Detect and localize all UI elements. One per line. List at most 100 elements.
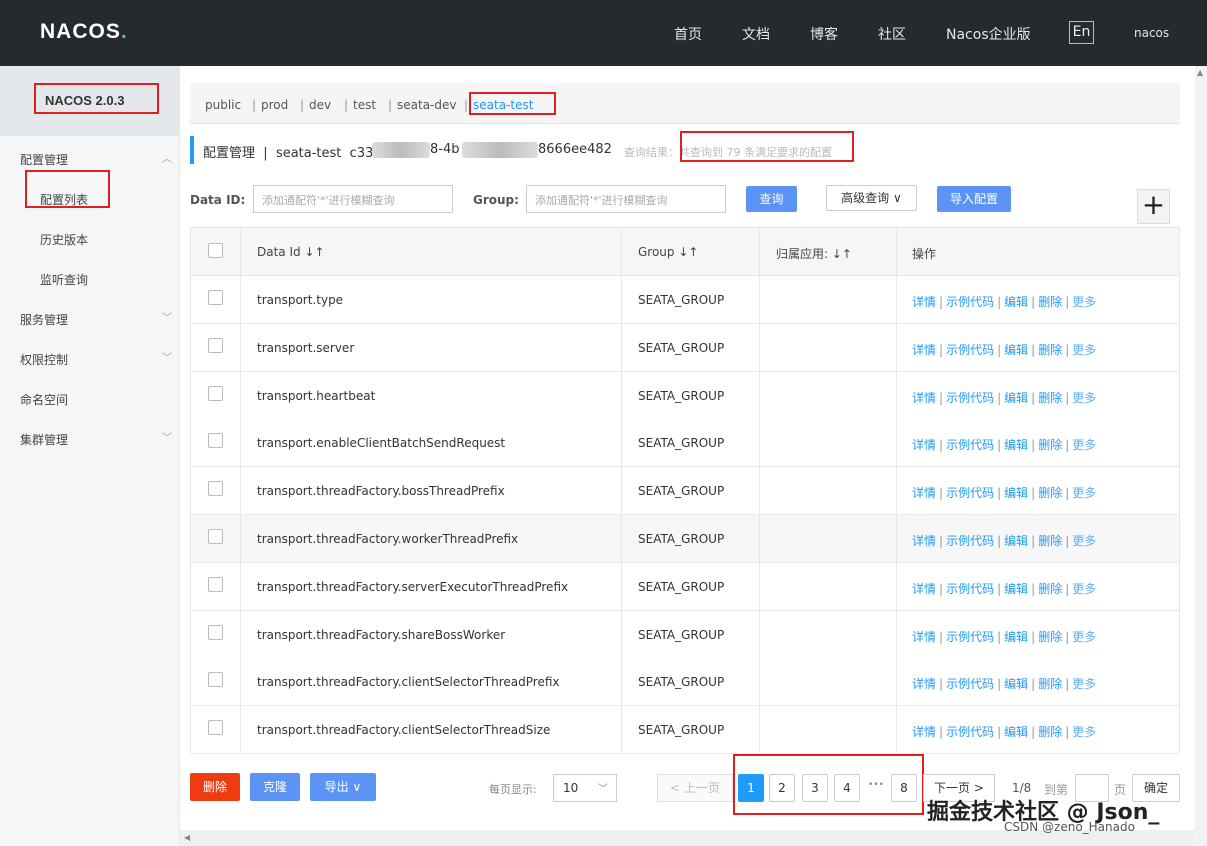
import-config-button[interactable]: 导入配置 bbox=[937, 186, 1011, 212]
more-link[interactable]: 更多 bbox=[1072, 630, 1096, 644]
more-link[interactable]: 更多 bbox=[1072, 295, 1096, 309]
detail-link[interactable]: 详情 bbox=[912, 534, 936, 548]
query-button[interactable]: 查询 bbox=[746, 186, 797, 212]
sidebar-item-listener[interactable]: 监听查询 bbox=[40, 271, 88, 288]
scroll-left-icon[interactable]: ◀ bbox=[184, 833, 190, 842]
edit-link[interactable]: 编辑 bbox=[1004, 343, 1028, 357]
page-size-select[interactable]: 10 ﹀ bbox=[553, 774, 617, 802]
edit-link[interactable]: 编辑 bbox=[1004, 630, 1028, 644]
edit-link[interactable]: 编辑 bbox=[1004, 677, 1028, 691]
delete-link[interactable]: 删除 bbox=[1038, 677, 1062, 691]
row-checkbox[interactable] bbox=[208, 672, 223, 688]
delete-link[interactable]: 删除 bbox=[1038, 582, 1062, 596]
prev-page-button[interactable]: < 上一页 bbox=[657, 774, 733, 802]
dataid-search-input[interactable]: 添加通配符'*'进行模糊查询 bbox=[253, 185, 453, 213]
sample-code-link[interactable]: 示例代码 bbox=[946, 391, 994, 405]
sample-code-link[interactable]: 示例代码 bbox=[946, 534, 994, 548]
more-link[interactable]: 更多 bbox=[1072, 391, 1096, 405]
row-checkbox[interactable] bbox=[208, 337, 223, 353]
nav-home[interactable]: 首页 bbox=[674, 24, 702, 44]
sample-code-link[interactable]: 示例代码 bbox=[946, 438, 994, 452]
add-config-button[interactable]: + bbox=[1137, 189, 1170, 224]
delete-link[interactable]: 删除 bbox=[1038, 391, 1062, 405]
batch-delete-button[interactable]: 删除 bbox=[190, 773, 240, 801]
nav-blog[interactable]: 博客 bbox=[810, 24, 838, 44]
delete-link[interactable]: 删除 bbox=[1038, 725, 1062, 739]
edit-link[interactable]: 编辑 bbox=[1004, 582, 1028, 596]
row-checkbox[interactable] bbox=[208, 385, 223, 401]
sidebar-item-cluster-management[interactable]: 集群管理 bbox=[20, 431, 68, 448]
delete-link[interactable]: 删除 bbox=[1038, 630, 1062, 644]
sample-code-link[interactable]: 示例代码 bbox=[946, 725, 994, 739]
column-header-app[interactable]: 归属应用: ↓↑ bbox=[776, 245, 852, 262]
export-button[interactable]: 导出 ∨ bbox=[310, 773, 376, 801]
namespace-tab-public[interactable]: public bbox=[205, 98, 241, 112]
detail-link[interactable]: 详情 bbox=[912, 725, 936, 739]
sidebar-item-service-management[interactable]: 服务管理 bbox=[20, 311, 68, 328]
delete-link[interactable]: 删除 bbox=[1038, 534, 1062, 548]
namespace-tab-seata-dev[interactable]: seata-dev bbox=[397, 98, 456, 112]
advanced-query-button[interactable]: 高级查询 ∨ bbox=[826, 185, 917, 211]
detail-link[interactable]: 详情 bbox=[912, 486, 936, 500]
row-checkbox[interactable] bbox=[208, 481, 223, 497]
detail-link[interactable]: 详情 bbox=[912, 582, 936, 596]
nav-community[interactable]: 社区 bbox=[878, 24, 906, 44]
sort-icon[interactable]: ↓↑ bbox=[678, 245, 698, 259]
delete-link[interactable]: 删除 bbox=[1038, 438, 1062, 452]
namespace-tab-prod[interactable]: prod bbox=[261, 98, 288, 112]
column-header-group[interactable]: Group ↓↑ bbox=[638, 245, 698, 259]
more-link[interactable]: 更多 bbox=[1072, 343, 1096, 357]
sidebar-item-namespace[interactable]: 命名空间 bbox=[20, 391, 68, 408]
detail-link[interactable]: 详情 bbox=[912, 677, 936, 691]
language-switch[interactable]: En bbox=[1069, 21, 1094, 44]
row-checkbox[interactable] bbox=[208, 624, 223, 640]
clone-button[interactable]: 克隆 bbox=[250, 773, 300, 801]
nav-docs[interactable]: 文档 bbox=[742, 24, 770, 44]
sidebar-item-history[interactable]: 历史版本 bbox=[40, 231, 88, 248]
detail-link[interactable]: 详情 bbox=[912, 391, 936, 405]
edit-link[interactable]: 编辑 bbox=[1004, 438, 1028, 452]
more-link[interactable]: 更多 bbox=[1072, 582, 1096, 596]
row-checkbox[interactable] bbox=[208, 290, 223, 305]
edit-link[interactable]: 编辑 bbox=[1004, 725, 1028, 739]
more-link[interactable]: 更多 bbox=[1072, 725, 1096, 739]
sort-icon[interactable]: ↓↑ bbox=[832, 247, 852, 261]
sidebar-item-config-management[interactable]: 配置管理 bbox=[20, 151, 68, 168]
detail-link[interactable]: 详情 bbox=[912, 630, 936, 644]
row-checkbox[interactable] bbox=[208, 433, 223, 449]
row-checkbox[interactable] bbox=[208, 720, 223, 736]
more-link[interactable]: 更多 bbox=[1072, 534, 1096, 548]
more-link[interactable]: 更多 bbox=[1072, 438, 1096, 452]
delete-link[interactable]: 删除 bbox=[1038, 295, 1062, 309]
user-menu[interactable]: nacos bbox=[1134, 26, 1169, 40]
column-header-dataid[interactable]: Data Id ↓↑ bbox=[257, 245, 325, 259]
more-link[interactable]: 更多 bbox=[1072, 677, 1096, 691]
sample-code-link[interactable]: 示例代码 bbox=[946, 677, 994, 691]
group-search-input[interactable]: 添加通配符'*'进行模糊查询 bbox=[526, 185, 726, 213]
namespace-tab-test[interactable]: test bbox=[353, 98, 376, 112]
edit-link[interactable]: 编辑 bbox=[1004, 391, 1028, 405]
scroll-up-icon[interactable]: ▲ bbox=[1197, 68, 1203, 77]
edit-link[interactable]: 编辑 bbox=[1004, 534, 1028, 548]
sidebar-item-access-control[interactable]: 权限控制 bbox=[20, 351, 68, 368]
sort-icon[interactable]: ↓↑ bbox=[304, 245, 324, 259]
delete-link[interactable]: 删除 bbox=[1038, 343, 1062, 357]
edit-link[interactable]: 编辑 bbox=[1004, 295, 1028, 309]
nav-enterprise[interactable]: Nacos企业版 bbox=[946, 24, 1031, 44]
edit-link[interactable]: 编辑 bbox=[1004, 486, 1028, 500]
detail-link[interactable]: 详情 bbox=[912, 343, 936, 357]
namespace-tab-dev[interactable]: dev bbox=[309, 98, 331, 112]
sample-code-link[interactable]: 示例代码 bbox=[946, 343, 994, 357]
nacos-logo[interactable]: NACOS. bbox=[40, 20, 128, 44]
row-checkbox[interactable] bbox=[208, 529, 223, 544]
delete-link[interactable]: 删除 bbox=[1038, 486, 1062, 500]
detail-link[interactable]: 详情 bbox=[912, 295, 936, 309]
sample-code-link[interactable]: 示例代码 bbox=[946, 486, 994, 500]
sample-code-link[interactable]: 示例代码 bbox=[946, 295, 994, 309]
vertical-scrollbar[interactable]: ▲ bbox=[1195, 66, 1207, 846]
row-checkbox[interactable] bbox=[208, 576, 223, 592]
select-all-checkbox[interactable] bbox=[208, 243, 223, 258]
sample-code-link[interactable]: 示例代码 bbox=[946, 582, 994, 596]
more-link[interactable]: 更多 bbox=[1072, 486, 1096, 500]
sample-code-link[interactable]: 示例代码 bbox=[946, 630, 994, 644]
